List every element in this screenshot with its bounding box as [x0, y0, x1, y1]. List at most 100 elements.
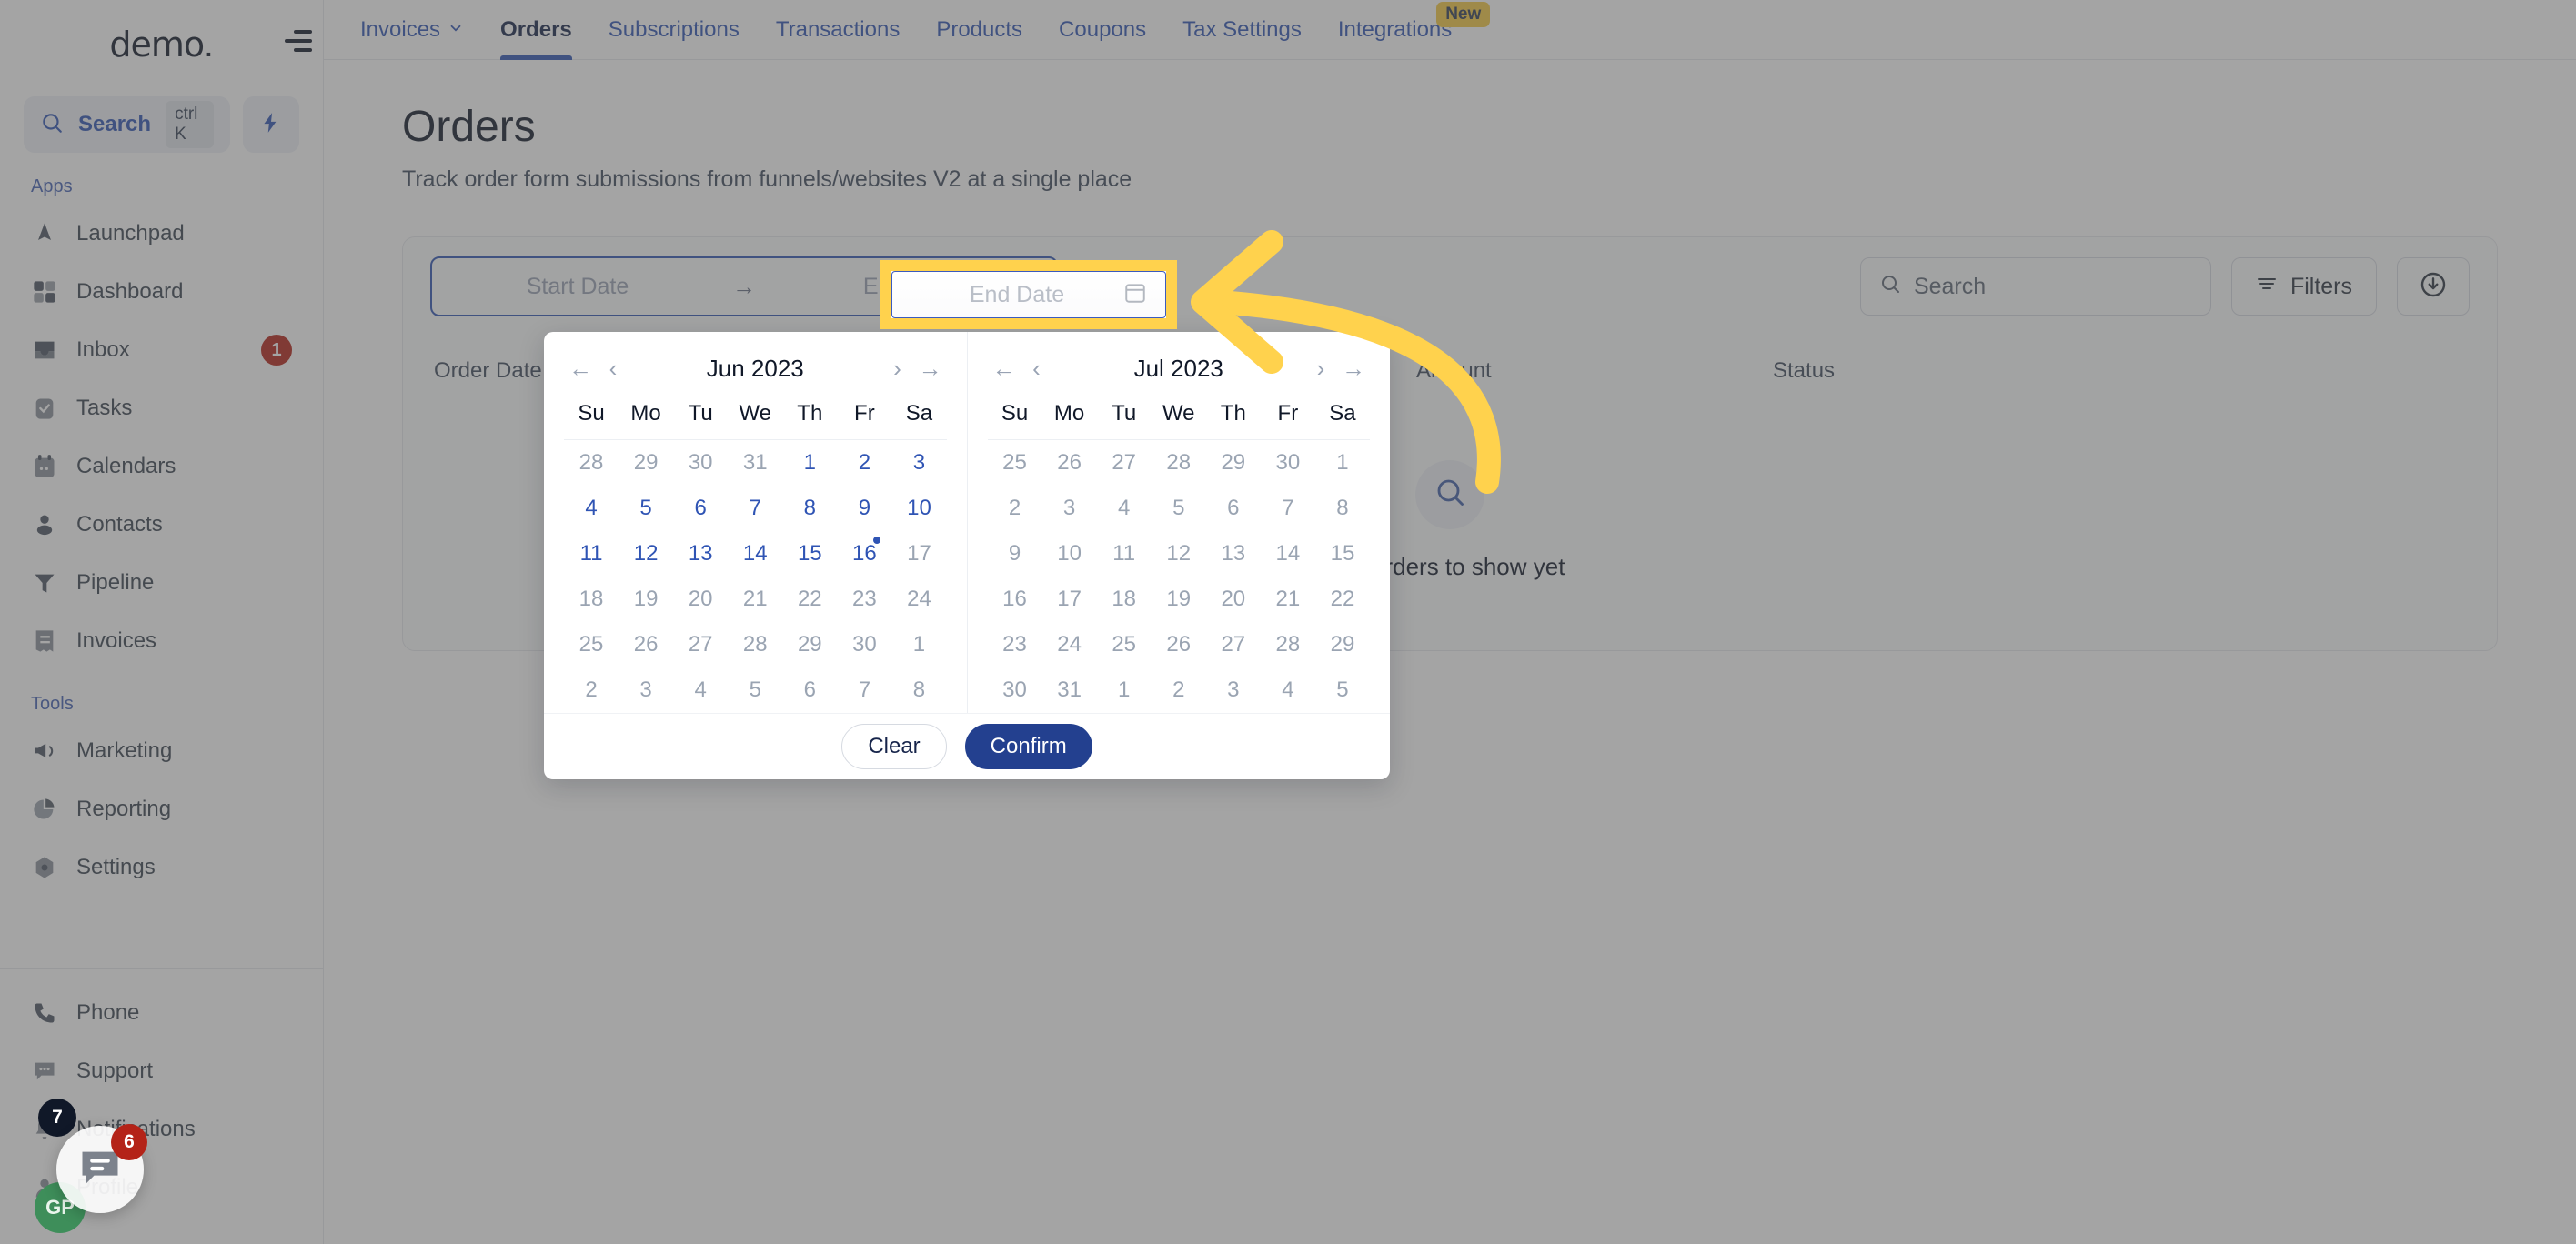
calendar-dow-su: Su: [578, 401, 605, 426]
chat-widget-button[interactable]: 6: [56, 1124, 147, 1213]
calendar-day-cell[interactable]: 16: [837, 531, 891, 577]
calendar-day-cell: 29: [1221, 450, 1246, 475]
calendar-day-cell: 30: [852, 632, 877, 657]
calendar-day-cell: 28: [1166, 450, 1192, 475]
tab-products[interactable]: Products: [918, 0, 1041, 60]
sidebar-item-invoices[interactable]: Invoices: [0, 612, 323, 670]
calendar-day-cell: 11: [1112, 541, 1136, 566]
calendar-dow-tu: Tu: [1112, 401, 1137, 426]
sidebar-item-marketing[interactable]: Marketing: [0, 722, 323, 780]
calendar-day-cell[interactable]: 11: [564, 531, 619, 577]
calendar-day-cell[interactable]: 1: [782, 440, 837, 486]
calendar-day-cell: 2: [585, 677, 598, 702]
calendar-day-cell: 23: [1002, 632, 1027, 657]
sidebar-item-contacts[interactable]: Contacts: [0, 496, 323, 554]
sidebar-search-row: Search ctrl K: [0, 96, 323, 153]
calendar-days-left: 28 29 30 31 1 2 3 4 5 6 7 8 9 10 11 12 13 14 15 16 17 18 19 20 2…: [564, 440, 947, 713]
collapse-line-2: [285, 39, 312, 43]
prev-month-icon-right[interactable]: ‹: [1021, 352, 1053, 385]
brand-logo: demo.: [109, 25, 213, 65]
prev-month-icon-left[interactable]: ‹: [597, 352, 629, 385]
top-navigation: Invoices Orders Subscriptions Transactio…: [324, 0, 2576, 60]
calendar-days-right: 25 26 27 28 29 30 1 2 3 4 5 6 7 8 9 10 11 12 13 14 15 16 17 18 1…: [988, 440, 1371, 713]
collapse-line-3: [294, 48, 312, 52]
calendar-day-cell[interactable]: 2: [837, 440, 891, 486]
inbox-badge: 1: [261, 335, 292, 366]
tab-coupons[interactable]: Coupons: [1041, 0, 1164, 60]
megaphone-icon: [31, 737, 58, 765]
sidebar-item-dashboard[interactable]: Dashboard: [0, 263, 323, 321]
tab-subscriptions[interactable]: Subscriptions: [590, 0, 758, 60]
clear-button[interactable]: Clear: [841, 724, 947, 769]
next-month-icon-left[interactable]: ›: [881, 352, 914, 385]
date-range-picker-popover[interactable]: ← ‹ Jun 2023 › → Su Mo Tu We Th Fr Sa 28 29 30 31…: [544, 332, 1390, 779]
orders-search-input[interactable]: Search: [1859, 257, 2211, 316]
calendar-day-cell[interactable]: 4: [564, 486, 619, 531]
prev-year-icon-right[interactable]: ←: [988, 352, 1021, 385]
calendar-day-cell[interactable]: 7: [728, 486, 782, 531]
brand-dot: .: [204, 25, 214, 65]
calendar-day-cell: 4: [694, 677, 707, 702]
tab-integrations[interactable]: Integrations New: [1320, 0, 1491, 60]
sidebar-item-support[interactable]: Support: [0, 1042, 323, 1100]
lightning-bolt-icon: [259, 111, 283, 139]
quick-actions-button[interactable]: [243, 96, 299, 153]
calendar-day-cell: 20: [1221, 587, 1246, 611]
sidebar-item-phone[interactable]: Phone: [0, 984, 323, 1042]
calendar-day-cell: 3: [1227, 677, 1240, 702]
sidebar-item-inbox[interactable]: Inbox 1: [0, 321, 323, 379]
chat-unread-badge: 6: [111, 1124, 147, 1160]
calendar-day-cell[interactable]: 14: [728, 531, 782, 577]
end-date-placeholder-highlighted: End Date: [969, 281, 1065, 307]
calendar-day-cell: 19: [1166, 587, 1192, 611]
next-year-icon-right[interactable]: →: [1337, 352, 1370, 385]
search-icon: [1434, 476, 1466, 513]
export-button[interactable]: [2397, 257, 2470, 316]
calendar-day-cell[interactable]: 8: [782, 486, 837, 531]
sidebar-item-launchpad[interactable]: Launchpad: [0, 205, 323, 263]
calendar-dow-mo: Mo: [1053, 401, 1085, 426]
sidebar-label-marketing: Marketing: [76, 738, 173, 763]
next-month-icon-right[interactable]: ›: [1304, 352, 1337, 385]
calendar-day-cell: 17: [907, 541, 931, 566]
search-input[interactable]: Search ctrl K: [24, 96, 230, 153]
tab-invoices[interactable]: Invoices: [342, 0, 482, 60]
start-date-field[interactable]: Start Date: [432, 258, 723, 315]
brand-row: demo.: [0, 0, 323, 89]
calendar-icon: [1123, 281, 1147, 309]
calendar-day-cell[interactable]: 15: [782, 531, 837, 577]
calendar-day-cell[interactable]: 3: [891, 440, 946, 486]
calendar-month-left: ← ‹ Jun 2023 › → Su Mo Tu We Th Fr Sa 28 29 30 31…: [544, 332, 967, 713]
sidebar-item-settings[interactable]: Settings: [0, 838, 323, 897]
confirm-button[interactable]: Confirm: [964, 724, 1092, 769]
filters-button[interactable]: Filters: [2230, 257, 2377, 316]
sidebar-collapse-icon[interactable]: [279, 27, 312, 55]
sidebar-item-reporting[interactable]: Reporting: [0, 780, 323, 838]
sidebar-item-pipeline[interactable]: Pipeline: [0, 554, 323, 612]
tab-orders[interactable]: Orders: [482, 0, 590, 60]
tab-transactions[interactable]: Transactions: [758, 0, 919, 60]
calendar-dow-th: Th: [797, 401, 823, 426]
prev-year-icon-left[interactable]: ←: [564, 352, 597, 385]
column-header-amount[interactable]: Amount: [1416, 358, 1773, 384]
calendar-day-cell[interactable]: 10: [891, 486, 946, 531]
calendar-day-cell[interactable]: 9: [837, 486, 891, 531]
calendar-day-cell[interactable]: 12: [619, 531, 673, 577]
calendar-day-cell: 6: [1227, 496, 1240, 520]
integrations-new-badge: New: [1436, 1, 1491, 27]
calendar-day-cell[interactable]: 6: [673, 486, 728, 531]
sidebar-item-calendars[interactable]: Calendars: [0, 437, 323, 496]
calendar-dow-sa: Sa: [905, 401, 933, 426]
contacts-person-icon: [31, 511, 58, 538]
next-year-icon-left[interactable]: →: [914, 352, 947, 385]
calendar-day-cell: 1: [1117, 677, 1131, 702]
column-header-status[interactable]: Status: [1773, 358, 2046, 384]
sidebar-item-tasks[interactable]: Tasks: [0, 379, 323, 437]
end-date-field-highlighted[interactable]: End Date: [891, 271, 1166, 318]
calendar-day-cell: 6: [803, 677, 816, 702]
tab-tax-settings[interactable]: Tax Settings: [1164, 0, 1320, 60]
calendar-day-cell[interactable]: 5: [619, 486, 673, 531]
calendar-day-cell: 18: [1112, 587, 1137, 611]
calendar-day-cell: 2: [1172, 677, 1185, 702]
calendar-day-cell[interactable]: 13: [673, 531, 728, 577]
